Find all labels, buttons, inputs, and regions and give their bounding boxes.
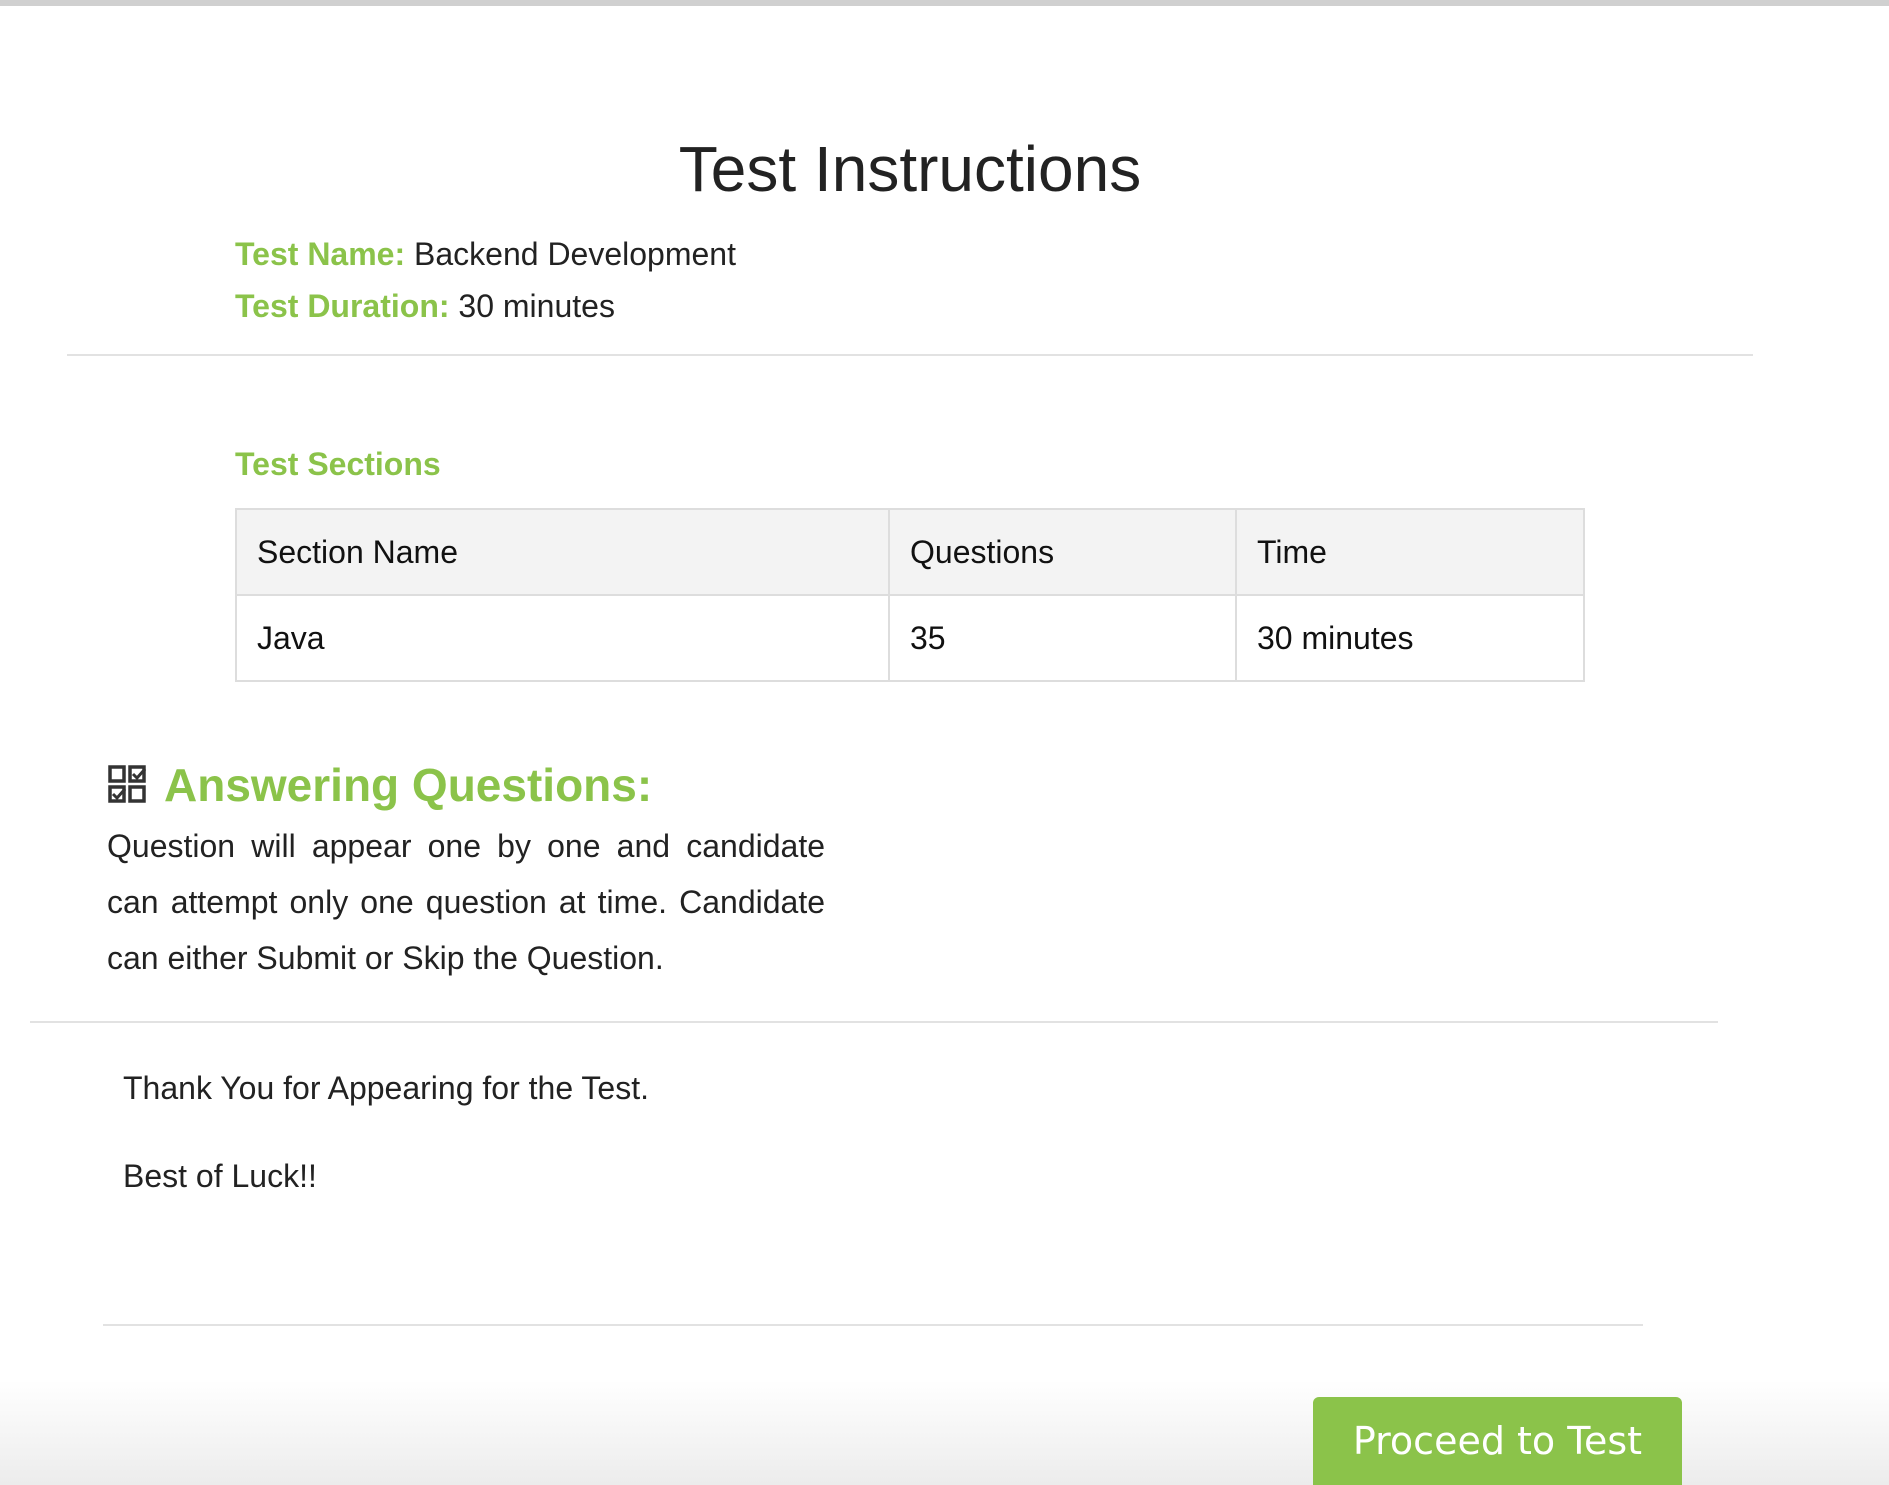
divider [30,1021,1718,1023]
test-duration-row: Test Duration: 30 minutes [235,288,615,325]
answering-questions-header: Answering Questions: [108,758,652,812]
best-of-luck-message: Best of Luck!! [123,1158,317,1194]
cell-questions: 35 [888,594,1237,682]
window-top-border [0,0,1889,6]
table-row: Java 35 30 minutes [235,594,1585,682]
cell-time: 30 minutes [1235,594,1585,682]
test-sections-table: Section Name Questions Time Java 35 30 m… [235,508,1585,682]
divider [103,1324,1643,1326]
cell-section-name: Java [235,594,890,682]
divider [67,354,1753,356]
proceed-to-test-button[interactable]: Proceed to Test [1313,1397,1682,1485]
test-name-row: Test Name: Backend Development [235,236,736,273]
test-duration-value: 30 minutes [458,288,615,324]
test-duration-label: Test Duration: [235,288,450,324]
page-title: Test Instructions [678,133,1142,205]
table-header-row: Section Name Questions Time [235,508,1585,596]
column-header-questions: Questions [888,508,1237,596]
qr-checklist-icon [108,765,148,805]
thank-you-message: Thank You for Appearing for the Test. [123,1070,649,1106]
column-header-time: Time [1235,508,1585,596]
test-name-value: Backend Development [414,236,736,272]
test-sections-title: Test Sections [235,446,441,482]
test-name-label: Test Name: [235,236,406,272]
answering-questions-text: Question will appear one by one and cand… [107,828,825,976]
column-header-section-name: Section Name [235,508,890,596]
answering-questions-title: Answering Questions: [164,759,653,811]
